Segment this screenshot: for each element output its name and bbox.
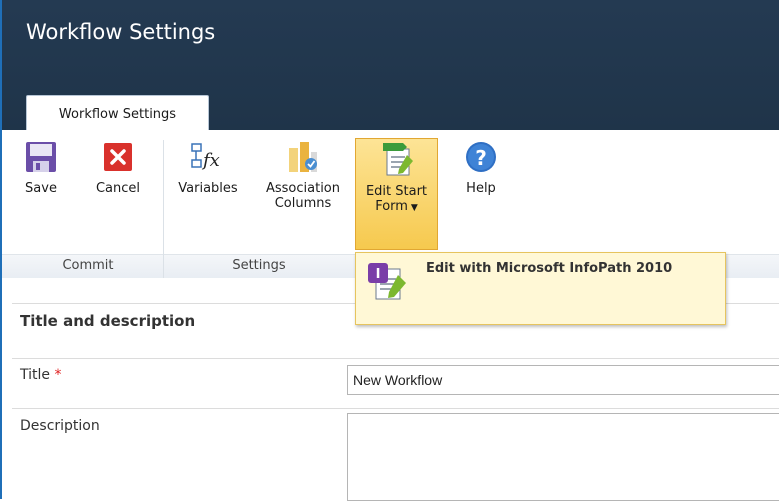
title-label-text: Title [20,367,51,383]
variables-button[interactable]: fx Variables [169,140,247,196]
required-mark: * [54,367,62,383]
svg-text:fx: fx [201,150,220,171]
infopath-label: Edit with Microsoft InfoPath 2010 [426,261,673,276]
variables-icon: fx [191,143,220,171]
variables-label: Variables [178,181,238,196]
title-field[interactable] [347,365,779,395]
group-label-commit: Commit [62,258,114,273]
save-button[interactable]: Save [18,140,64,196]
edit-start-form-label: Edit Start Form ▼ [356,184,437,216]
description-field-label: Description [20,418,100,434]
section-title: Title and description [20,312,196,330]
association-columns-icon [289,142,317,172]
help-button[interactable]: ? Help [456,140,506,196]
edit-start-form-button[interactable]: Edit Start Form ▼ [355,138,438,250]
association-columns-label: Association Columns [253,181,353,211]
divider [12,358,779,359]
window-title: Workflow Settings [26,20,216,44]
association-columns-button[interactable]: Association Columns [253,140,353,211]
group-label-settings: Settings [232,258,286,273]
edit-start-form-dropdown: I Edit with Microsoft InfoPath 2010 [355,252,726,325]
association-label-line2: Columns [274,196,332,211]
description-field[interactable] [347,413,779,501]
close-icon [104,143,132,171]
edit-form-icon [382,143,413,176]
edit-start-label-line1: Edit Start [365,184,428,199]
help-icon: ? [466,142,496,172]
svg-text:I: I [376,267,381,282]
chevron-down-icon: ▼ [407,203,418,213]
title-field-label: Title * [20,367,61,383]
save-label: Save [25,181,57,196]
cancel-label: Cancel [95,181,141,196]
svg-text:?: ? [475,146,487,170]
help-label: Help [466,181,496,196]
divider [12,408,779,409]
cancel-button[interactable]: Cancel [88,140,148,196]
tab-workflow-settings[interactable]: Workflow Settings [26,95,209,131]
window-left-border [0,0,2,499]
edit-start-label-line2: Form [375,199,408,214]
association-label-line1: Association [265,181,341,196]
infopath-icon: I [368,263,406,300]
title-bar: Workflow Settings Workflow Settings [0,0,779,131]
save-icon [26,142,56,172]
edit-with-infopath-menu-item[interactable]: I Edit with Microsoft InfoPath 2010 [356,253,725,324]
